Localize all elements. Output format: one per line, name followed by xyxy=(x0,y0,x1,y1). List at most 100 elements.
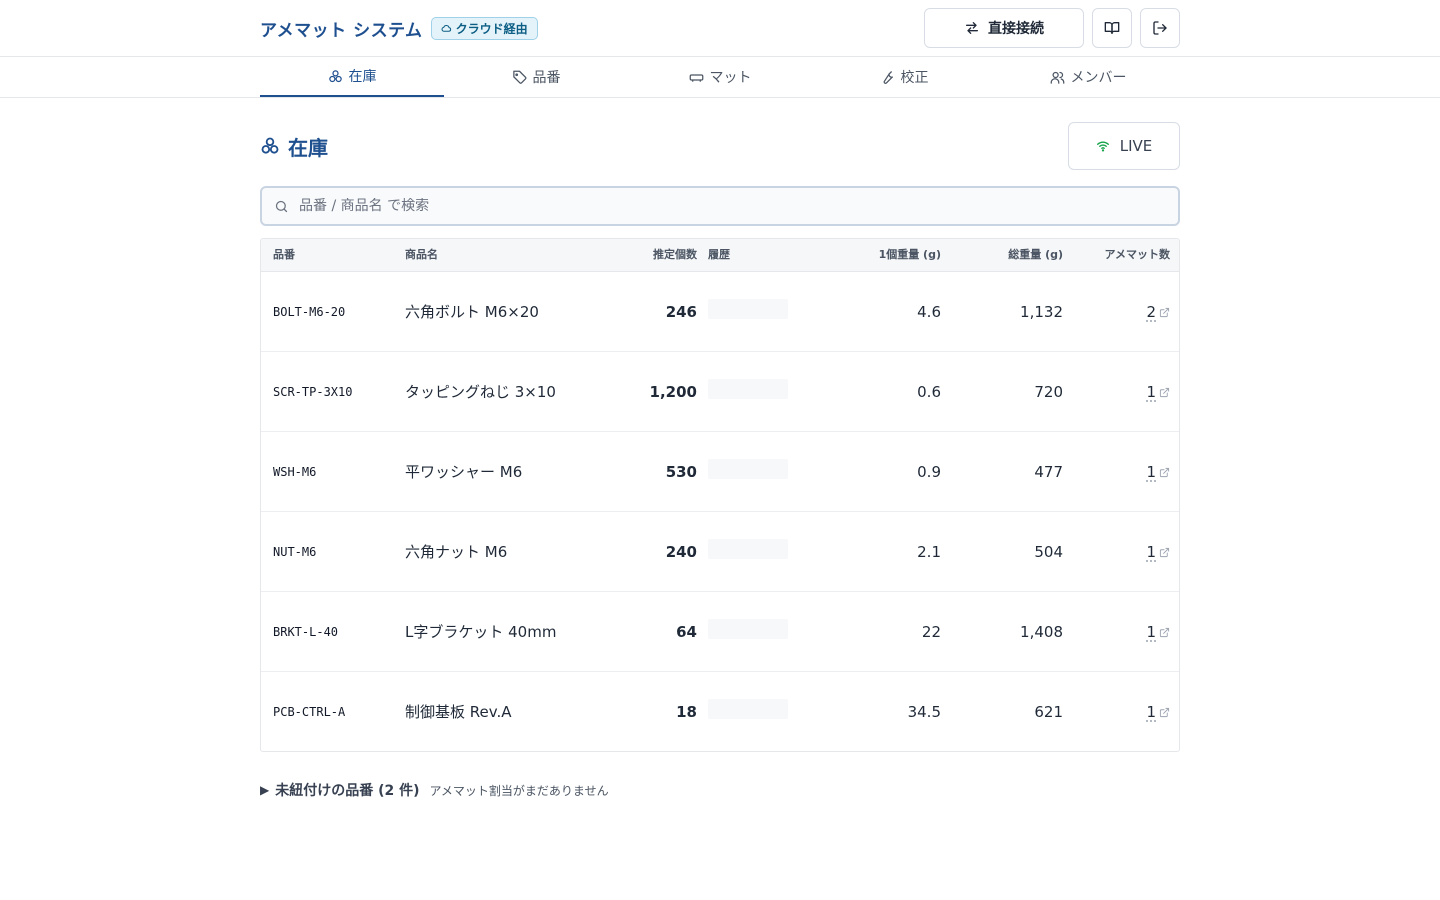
mat-count-link[interactable]: 1 xyxy=(1146,592,1170,672)
unlinked-parts-toggle[interactable]: ▶ 未紐付けの品番 (2 件) アメマット割当がまだありません xyxy=(260,779,609,801)
estimated-quantity: 530 xyxy=(665,463,697,481)
product-name: L字ブラケット 40mm xyxy=(405,623,557,641)
table-row[interactable]: BOLT-M6-20 六角ボルト M6×20 246 4.6 1,132 2 xyxy=(261,272,1179,352)
boxes-icon xyxy=(261,137,279,154)
column-header-total-weight[interactable]: 総重量 (g) xyxy=(1008,239,1063,271)
mat-count-link[interactable]: 1 xyxy=(1146,352,1170,432)
column-header-unit-weight[interactable]: 1個重量 (g) xyxy=(879,239,941,271)
estimated-quantity: 18 xyxy=(676,703,697,721)
tab-members[interactable]: メンバー xyxy=(996,57,1180,97)
history-sparkline xyxy=(708,539,788,559)
mat-icon xyxy=(689,73,703,82)
history-sparkline xyxy=(708,299,788,319)
tab-calibration[interactable]: 校正 xyxy=(812,57,996,97)
table-row[interactable]: PCB-CTRL-A 制御基板 Rev.A 18 34.5 621 1 xyxy=(261,672,1179,751)
history-sparkline xyxy=(708,619,788,639)
estimated-quantity: 64 xyxy=(676,623,697,641)
external-link-icon xyxy=(1159,387,1170,397)
live-label: LIVE xyxy=(1119,137,1153,155)
connection-mode-badge: クラウド経由 xyxy=(430,16,538,40)
tab-inventory[interactable]: 在庫 xyxy=(260,57,444,97)
column-header-quantity[interactable]: 推定個数 xyxy=(653,239,697,271)
table-row[interactable]: WSH-M6 平ワッシャー M6 530 0.9 477 1 xyxy=(261,432,1179,512)
total-weight: 1,408 xyxy=(1020,623,1063,641)
tab-label: 品番 xyxy=(532,70,561,86)
part-code: BRKT-L-40 xyxy=(273,625,339,639)
column-header-history: 履歴 xyxy=(708,248,730,261)
part-code: PCB-CTRL-A xyxy=(273,705,346,719)
connection-mode-label: クラウド経由 xyxy=(455,21,528,36)
mat-count: 1 xyxy=(1146,383,1156,401)
cloud-icon xyxy=(441,24,451,32)
part-code: BOLT-M6-20 xyxy=(273,305,346,319)
total-weight: 504 xyxy=(1034,543,1063,561)
mat-count: 2 xyxy=(1146,303,1156,321)
unit-weight: 0.6 xyxy=(917,383,941,401)
part-code: NUT-M6 xyxy=(273,545,317,559)
book-open-icon xyxy=(1104,22,1120,34)
manual-button[interactable] xyxy=(1092,8,1132,48)
users-icon xyxy=(1050,71,1064,84)
wrench-icon xyxy=(883,70,893,84)
total-weight: 720 xyxy=(1034,383,1063,401)
table-row[interactable]: NUT-M6 六角ナット M6 240 2.1 504 1 xyxy=(261,512,1179,592)
mat-count-link[interactable]: 1 xyxy=(1146,512,1170,592)
table-row[interactable]: BRKT-L-40 L字ブラケット 40mm 64 22 1,408 1 xyxy=(261,592,1179,672)
estimated-quantity: 240 xyxy=(665,543,697,561)
top-bar: アメマット システム クラウド経由 直接接続 xyxy=(0,0,1440,57)
mat-count-link[interactable]: 1 xyxy=(1146,672,1170,751)
tag-icon xyxy=(512,70,526,84)
unit-weight: 22 xyxy=(921,623,941,641)
estimated-quantity: 246 xyxy=(665,303,697,321)
unit-weight: 4.6 xyxy=(917,303,941,321)
product-name: 六角ボルト M6×20 xyxy=(405,303,539,321)
external-link-icon xyxy=(1159,707,1170,717)
unit-weight: 0.9 xyxy=(917,463,941,481)
direct-connect-button[interactable]: 直接接続 xyxy=(924,8,1084,48)
unit-weight: 34.5 xyxy=(907,703,941,721)
external-link-icon xyxy=(1159,627,1170,637)
tab-mats[interactable]: マット xyxy=(628,57,812,97)
history-sparkline xyxy=(708,459,788,479)
page-title: 在庫 xyxy=(260,132,328,160)
estimated-quantity: 1,200 xyxy=(649,383,697,401)
tab-part-numbers[interactable]: 品番 xyxy=(444,57,628,97)
table-header: 品番 商品名 推定個数 履歴 1個重量 (g) 総重量 (g) アメマット数 xyxy=(261,239,1179,272)
external-link-icon xyxy=(1159,467,1170,477)
inventory-table: 品番 商品名 推定個数 履歴 1個重量 (g) 総重量 (g) アメマット数 B… xyxy=(260,238,1180,752)
logout-button[interactable] xyxy=(1140,8,1180,48)
table-row[interactable]: SCR-TP-3X10 タッピングねじ 3×10 1,200 0.6 720 1 xyxy=(261,352,1179,432)
direct-connect-label: 直接接続 xyxy=(988,21,1044,37)
total-weight: 621 xyxy=(1034,703,1063,721)
column-header-name[interactable]: 商品名 xyxy=(405,239,438,271)
expand-triangle-icon: ▶ xyxy=(260,783,270,797)
mat-count: 1 xyxy=(1146,463,1156,481)
part-code: SCR-TP-3X10 xyxy=(273,385,353,399)
part-code: WSH-M6 xyxy=(273,465,317,479)
mat-count-link[interactable]: 2 xyxy=(1146,272,1170,352)
boxes-icon xyxy=(328,69,342,82)
external-link-icon xyxy=(1159,307,1170,317)
column-header-code[interactable]: 品番 xyxy=(273,239,295,271)
column-header-mat-count[interactable]: アメマット数 xyxy=(1105,239,1170,271)
mat-count-link[interactable]: 1 xyxy=(1146,432,1170,512)
unlinked-parts-note: アメマット割当がまだありません xyxy=(429,783,609,798)
history-sparkline xyxy=(708,379,788,399)
tab-label: マット xyxy=(709,70,752,86)
external-link-icon xyxy=(1159,547,1170,557)
product-name: タッピングねじ 3×10 xyxy=(405,383,556,401)
unit-weight: 2.1 xyxy=(917,543,941,561)
swap-arrows-icon xyxy=(966,22,978,34)
page-title-text: 在庫 xyxy=(288,135,328,160)
product-name: 平ワッシャー M6 xyxy=(405,463,523,481)
tab-label: 在庫 xyxy=(348,69,377,85)
mat-count: 1 xyxy=(1146,623,1156,641)
tab-label: メンバー xyxy=(1070,70,1127,86)
app-title: アメマット システム xyxy=(260,20,423,41)
search-input[interactable] xyxy=(299,198,1159,214)
history-sparkline xyxy=(708,699,788,719)
product-name: 六角ナット M6 xyxy=(405,543,508,561)
search-box xyxy=(260,186,1180,226)
live-toggle-button[interactable]: LIVE xyxy=(1068,122,1180,170)
total-weight: 477 xyxy=(1034,463,1063,481)
